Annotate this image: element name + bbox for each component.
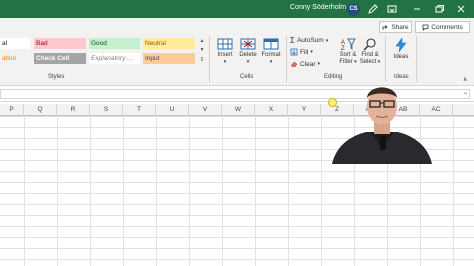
divider <box>209 36 210 82</box>
share-label: Share <box>391 23 409 31</box>
insert-label: Insert <box>217 52 233 58</box>
column-header[interactable]: Y <box>288 104 321 116</box>
presenter-webcam-overlay <box>332 87 432 164</box>
fill-down-icon <box>290 48 298 56</box>
insert-button[interactable]: Insert ▾ <box>213 37 237 66</box>
user-name: Conny Söderholm <box>290 4 347 11</box>
column-header[interactable]: W <box>222 104 255 116</box>
gallery-more-icon[interactable]: ⊽ <box>198 57 206 63</box>
gallery-scroll-down-icon[interactable]: ▼ <box>198 47 206 53</box>
style-bad[interactable]: Bad <box>34 38 86 49</box>
comments-button[interactable]: Comments <box>415 21 470 33</box>
column-header[interactable]: R <box>57 104 90 116</box>
delete-label: Delete <box>239 52 257 58</box>
find-select-button[interactable]: Find & Select ▾ <box>359 37 381 66</box>
column-header[interactable]: T <box>123 104 156 116</box>
sort-filter-button[interactable]: A Z Sort & Filter ▾ <box>337 37 359 66</box>
share-button[interactable]: Share <box>379 21 412 33</box>
sigma-icon: Σ <box>290 36 295 45</box>
style-input[interactable]: Input <box>143 53 195 64</box>
column-header[interactable]: P <box>0 104 24 116</box>
styles-group-label: Styles <box>48 74 65 80</box>
style-check-cell[interactable]: Check Cell <box>34 53 86 64</box>
sort-filter-icon: A Z <box>341 38 356 51</box>
close-icon[interactable] <box>454 2 468 16</box>
column-header[interactable]: X <box>255 104 288 116</box>
svg-text:Z: Z <box>341 46 345 51</box>
format-button[interactable]: Format ▾ <box>259 37 283 66</box>
autosum-label: AutoSum <box>296 37 324 44</box>
avatar[interactable]: CS <box>347 3 360 16</box>
insert-cells-icon <box>217 38 233 50</box>
find-select-label-1: Find & <box>361 52 379 58</box>
style-explanatory[interactable]: Explanatory ... <box>89 53 140 64</box>
format-cells-icon <box>263 38 279 50</box>
ribbon-display-icon[interactable] <box>385 2 399 16</box>
delete-cells-icon <box>240 38 256 50</box>
title-bar: Conny Söderholm CS <box>0 0 474 18</box>
expand-formula-bar-icon[interactable]: ⌄ <box>463 89 468 96</box>
style-normal[interactable]: al <box>0 38 30 49</box>
collapse-ribbon-icon[interactable]: ∧ <box>463 76 467 83</box>
find-select-label-2: Select <box>359 59 377 65</box>
column-header[interactable]: V <box>189 104 222 116</box>
cells-group-label: Cells <box>240 74 254 80</box>
ideas-button[interactable]: Ideas <box>389 37 413 61</box>
comments-label: Comments <box>431 23 463 31</box>
fill-label: Fill <box>300 48 309 56</box>
restore-icon[interactable] <box>432 2 446 16</box>
lightning-icon <box>395 37 407 53</box>
column-header[interactable]: S <box>90 104 123 116</box>
style-calculation[interactable]: ation <box>0 53 30 64</box>
eraser-icon <box>290 61 298 68</box>
divider <box>286 36 287 82</box>
style-good[interactable]: Good <box>89 38 140 49</box>
sort-filter-label-1: Sort & <box>339 52 357 58</box>
style-neutral[interactable]: Neutral <box>143 38 195 49</box>
ideas-label: Ideas <box>393 54 409 60</box>
column-header[interactable]: Q <box>24 104 57 116</box>
clear-label: Clear <box>300 60 316 68</box>
pen-icon[interactable] <box>366 2 380 16</box>
clear-button[interactable]: Clear ▾ <box>290 60 320 68</box>
fill-button[interactable]: Fill ▾ <box>290 48 313 56</box>
magnifier-icon <box>363 38 376 51</box>
delete-button[interactable]: Delete ▾ <box>236 37 260 66</box>
share-icon <box>382 24 388 30</box>
column-header[interactable]: U <box>156 104 189 116</box>
minimize-icon[interactable] <box>410 2 424 16</box>
comment-icon <box>422 24 429 31</box>
format-label: Format <box>261 52 281 58</box>
gallery-scroll-up-icon[interactable]: ▲ <box>198 38 206 44</box>
sort-filter-label-2: Filter <box>339 59 353 65</box>
autosum-button[interactable]: Σ AutoSum ▾ <box>290 36 328 45</box>
